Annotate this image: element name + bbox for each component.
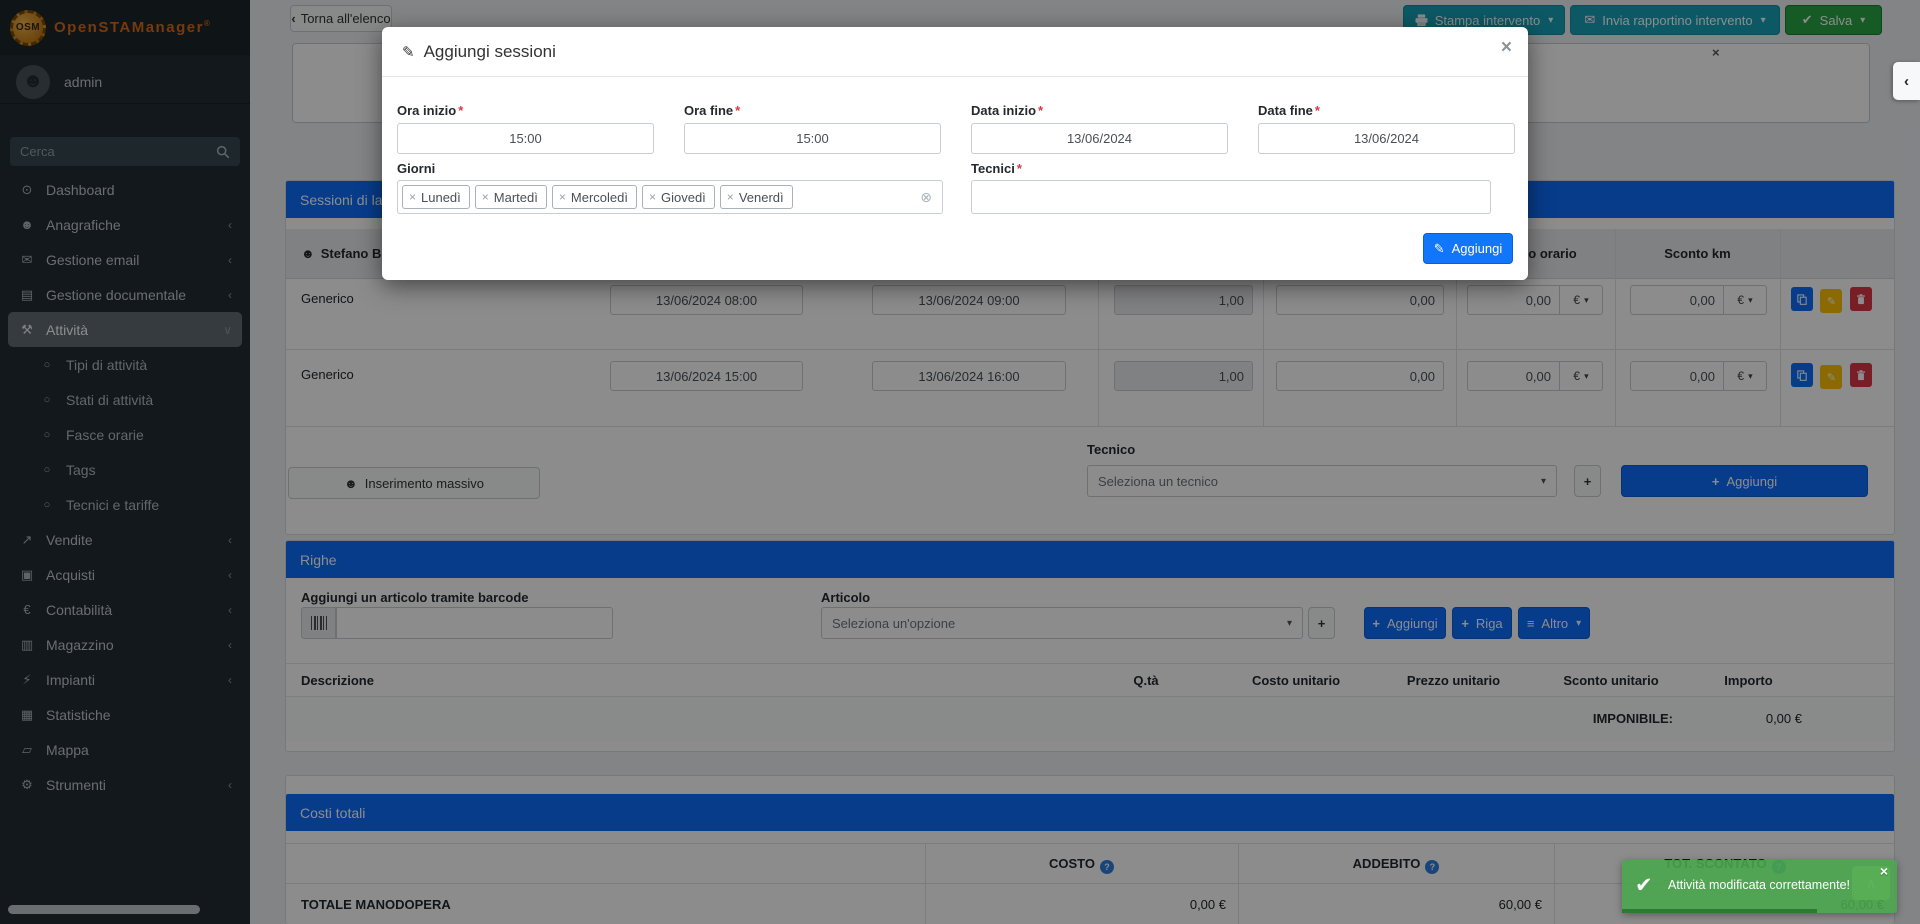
chip-remove-icon[interactable]: × (559, 190, 566, 204)
giorni-multiselect[interactable]: ×Lunedì ×Martedì ×Mercoledì ×Giovedì ×Ve… (397, 180, 943, 214)
ora-fine-input[interactable] (684, 123, 941, 154)
giorni-chip: ×Martedì (475, 185, 547, 209)
tecnici-input[interactable] (971, 180, 1491, 214)
giorni-chip: ×Venerdì (720, 185, 793, 209)
modal-title: ✎Aggiungi sessioni (402, 42, 556, 62)
ora-inizio-label: Ora inizio* (397, 103, 463, 118)
tecnici-label: Tecnici* (971, 161, 1022, 176)
pencil-icon: ✎ (402, 44, 415, 61)
required-marker: * (1038, 103, 1043, 118)
edit-icon: ✎ (1434, 241, 1445, 257)
check-icon: ✔ (1635, 873, 1653, 898)
data-fine-input[interactable] (1258, 123, 1515, 154)
right-panel-toggle[interactable]: ‹ (1893, 62, 1920, 100)
chip-remove-icon[interactable]: × (482, 190, 489, 204)
modal-submit-button[interactable]: ✎Aggiungi (1423, 233, 1513, 264)
giorni-label: Giorni (397, 161, 435, 176)
success-toast[interactable]: ✔ Attività modificata correttamente! × (1622, 860, 1897, 913)
data-inizio-label: Data inizio* (971, 103, 1043, 118)
data-fine-label: Data fine* (1258, 103, 1320, 118)
data-inizio-input[interactable] (971, 123, 1228, 154)
toast-progress-bar (1622, 909, 1817, 913)
chip-remove-icon[interactable]: × (409, 190, 416, 204)
giorni-chip: ×Giovedì (642, 185, 715, 209)
ora-fine-label: Ora fine* (684, 103, 740, 118)
chip-remove-icon[interactable]: × (649, 190, 656, 204)
toast-message: Attività modificata correttamente! (1668, 878, 1850, 892)
chevron-left-icon: ‹ (1904, 73, 1909, 90)
chip-remove-icon[interactable]: × (727, 190, 734, 204)
add-sessions-modal: ✎Aggiungi sessioni × Ora inizio* Ora fin… (382, 27, 1528, 280)
toast-close-icon[interactable]: × (1880, 863, 1888, 879)
required-marker: * (1315, 103, 1320, 118)
required-marker: * (735, 103, 740, 118)
required-marker: * (458, 103, 463, 118)
modal-header: ✎Aggiungi sessioni × (382, 27, 1528, 77)
giorni-chip: ×Lunedì (402, 185, 470, 209)
screen: OSM OpenSTAManager® ☻ admin ⊙Dashboard ☻… (0, 0, 1920, 924)
required-marker: * (1017, 161, 1022, 176)
clear-all-icon[interactable]: ⊗ (920, 189, 932, 206)
ora-inizio-input[interactable] (397, 123, 654, 154)
modal-close-button[interactable]: × (1501, 37, 1512, 59)
giorni-chip: ×Mercoledì (552, 185, 637, 209)
